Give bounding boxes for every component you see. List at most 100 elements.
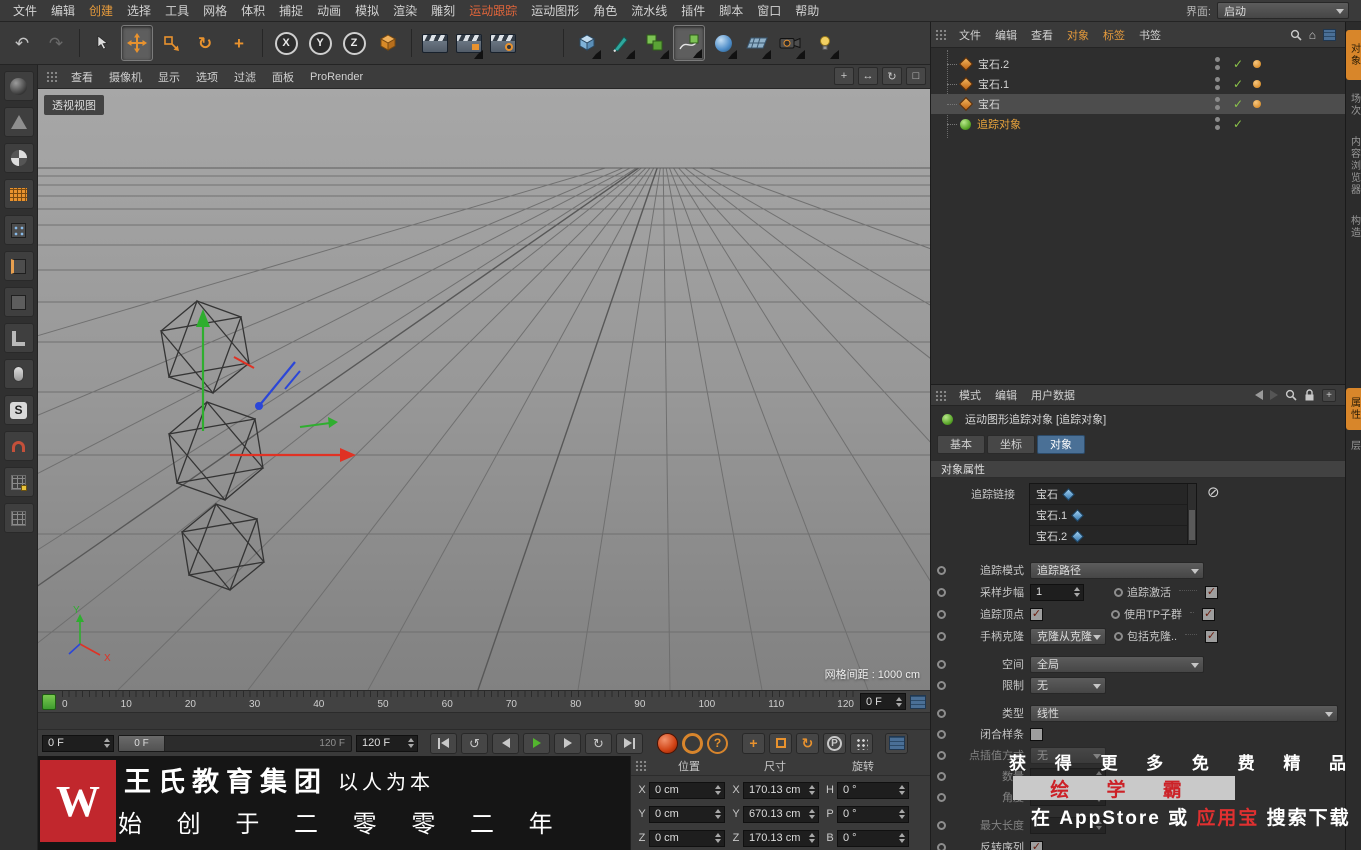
panel-grip-icon[interactable] (46, 71, 59, 82)
position-z-field[interactable]: 0 cm (649, 830, 725, 847)
keyframe-dot[interactable] (937, 751, 946, 760)
perspective-viewport[interactable]: Y X 透视视图 网格间距 : 1000 cm (38, 89, 930, 690)
search-icon[interactable] (1290, 29, 1302, 41)
zoom-view-icon[interactable]: ↔ (858, 67, 878, 85)
magnet-button[interactable] (4, 431, 34, 461)
frame-range-slider[interactable]: 0 F 120 F (118, 735, 352, 752)
am-menu-userdata[interactable]: 用户数据 (1024, 387, 1082, 403)
playhead-marker[interactable] (42, 694, 56, 710)
menu-select[interactable]: 选择 (120, 2, 158, 19)
light-button[interactable] (809, 25, 841, 61)
home-icon[interactable]: ⌂ (1309, 28, 1316, 42)
om-menu-file[interactable]: 文件 (952, 27, 988, 43)
next-frame-button[interactable] (554, 733, 581, 754)
move-tool-button[interactable] (121, 25, 153, 61)
lock-icon[interactable] (1304, 389, 1315, 401)
trace-link-item[interactable]: 宝石.2 (1030, 526, 1196, 545)
key-parameter-toggle[interactable]: P (823, 733, 846, 754)
panel-grip-icon[interactable] (935, 390, 948, 401)
scale-tool-button[interactable] (155, 25, 187, 61)
size-y-field[interactable]: 670.13 cm (743, 806, 819, 823)
menu-animate[interactable]: 动画 (310, 2, 348, 19)
texture-mode-button[interactable] (4, 143, 34, 173)
trace-vertices-checkbox[interactable]: ✓ (1030, 608, 1043, 621)
object-row-gem1[interactable]: 宝石.1 ✓ (931, 74, 1346, 94)
position-x-field[interactable]: 0 cm (649, 782, 725, 799)
tab-objects[interactable]: 对象 (1346, 30, 1361, 80)
list-scrollbar[interactable] (1187, 484, 1196, 544)
enabled-check-icon[interactable]: ✓ (1233, 97, 1243, 111)
menu-mesh[interactable]: 网格 (196, 2, 234, 19)
clear-link-icon[interactable]: ⊘ (1207, 483, 1220, 501)
menu-tools[interactable]: 工具 (158, 2, 196, 19)
menu-render[interactable]: 渲染 (386, 2, 424, 19)
phong-tag-icon[interactable] (1253, 80, 1261, 88)
key-position-toggle[interactable]: + (742, 733, 765, 754)
om-menu-bookmarks[interactable]: 书签 (1132, 27, 1168, 43)
autokey-button[interactable] (682, 733, 703, 754)
reverse-sequence-checkbox[interactable]: ✓ (1030, 841, 1043, 850)
tab-content-browser[interactable]: 内容浏览器 (1346, 128, 1361, 204)
menu-sculpt[interactable]: 雕刻 (424, 2, 462, 19)
redo-button[interactable]: ↷ (40, 25, 72, 61)
om-menu-object[interactable]: 对象 (1060, 27, 1096, 43)
timeline-mode-button[interactable] (885, 733, 908, 754)
keyframe-dot[interactable] (937, 821, 946, 830)
type-select[interactable]: 线性 (1030, 705, 1338, 722)
spline-pen-button[interactable] (605, 25, 637, 61)
render-view-button[interactable] (419, 25, 451, 61)
trace-mode-select[interactable]: 追踪路径 (1030, 562, 1204, 579)
key-scale-toggle[interactable] (769, 733, 792, 754)
vp-menu-panel[interactable]: 面板 (264, 69, 302, 85)
axis-mode-button[interactable] (4, 179, 34, 209)
phong-tag-icon[interactable] (1253, 100, 1261, 108)
simulate-button[interactable] (707, 25, 739, 61)
history-forward-icon[interactable] (1270, 390, 1278, 400)
position-y-field[interactable]: 0 cm (649, 806, 725, 823)
live-selection-button[interactable] (87, 25, 119, 61)
menu-simulate[interactable]: 模拟 (348, 2, 386, 19)
toggle-views-icon[interactable]: □ (906, 67, 926, 85)
timeline-ruler[interactable]: 010 2030 4050 6070 8090 100110 120 0 F (38, 690, 930, 712)
timeline-options-icon[interactable] (910, 695, 926, 709)
record-button[interactable] (657, 733, 678, 754)
include-clones-checkbox[interactable]: ✓ (1205, 630, 1218, 643)
keyframe-dot[interactable] (937, 730, 946, 739)
panel-grip-icon[interactable] (635, 760, 648, 771)
close-spline-checkbox[interactable] (1030, 728, 1043, 741)
rotate-tool-button[interactable]: ↻ (189, 25, 221, 61)
prev-frame-button[interactable] (492, 733, 519, 754)
menu-character[interactable]: 角色 (586, 2, 624, 19)
vp-menu-view[interactable]: 查看 (63, 69, 101, 85)
mograph-tracer-button[interactable] (673, 25, 705, 61)
keyframe-dot[interactable] (937, 772, 946, 781)
trace-link-list[interactable]: 宝石 宝石.1 宝石.2 (1029, 483, 1197, 545)
rotation-b-field[interactable]: 0 ° (837, 830, 909, 847)
object-row-gem[interactable]: 宝石 ✓ (931, 94, 1346, 114)
key-rotation-toggle[interactable]: ↻ (796, 733, 819, 754)
om-menu-view[interactable]: 查看 (1024, 27, 1060, 43)
keyframe-dot[interactable] (937, 681, 946, 690)
tab-coordinates[interactable]: 坐标 (987, 435, 1035, 454)
lock-z-axis-button[interactable]: Z (338, 25, 370, 61)
render-settings-button[interactable] (487, 25, 519, 61)
tab-layers[interactable]: 层 (1346, 434, 1361, 458)
object-properties-section[interactable]: 对象属性 (931, 460, 1346, 478)
workplane-button[interactable] (4, 323, 34, 353)
space-select[interactable]: 全局 (1030, 656, 1204, 673)
object-row-gem2[interactable]: 宝石.2 ✓ (931, 54, 1346, 74)
prev-key-button[interactable]: ↺ (461, 733, 488, 754)
rotation-p-field[interactable]: 0 ° (837, 806, 909, 823)
camera-button[interactable] (775, 25, 807, 61)
last-tool-button[interactable]: + (223, 25, 255, 61)
menu-snap[interactable]: 捕捉 (272, 2, 310, 19)
tab-object[interactable]: 对象 (1037, 435, 1085, 454)
vp-menu-display[interactable]: 显示 (150, 69, 188, 85)
panel-grip-icon[interactable] (935, 29, 948, 40)
menu-create[interactable]: 创建 (82, 2, 120, 19)
render-picture-viewer-button[interactable] (453, 25, 485, 61)
end-frame-field[interactable]: 120 F (356, 735, 418, 752)
om-menu-tags[interactable]: 标签 (1096, 27, 1132, 43)
limit-select[interactable]: 无 (1030, 677, 1106, 694)
visibility-dots[interactable] (1215, 117, 1220, 130)
